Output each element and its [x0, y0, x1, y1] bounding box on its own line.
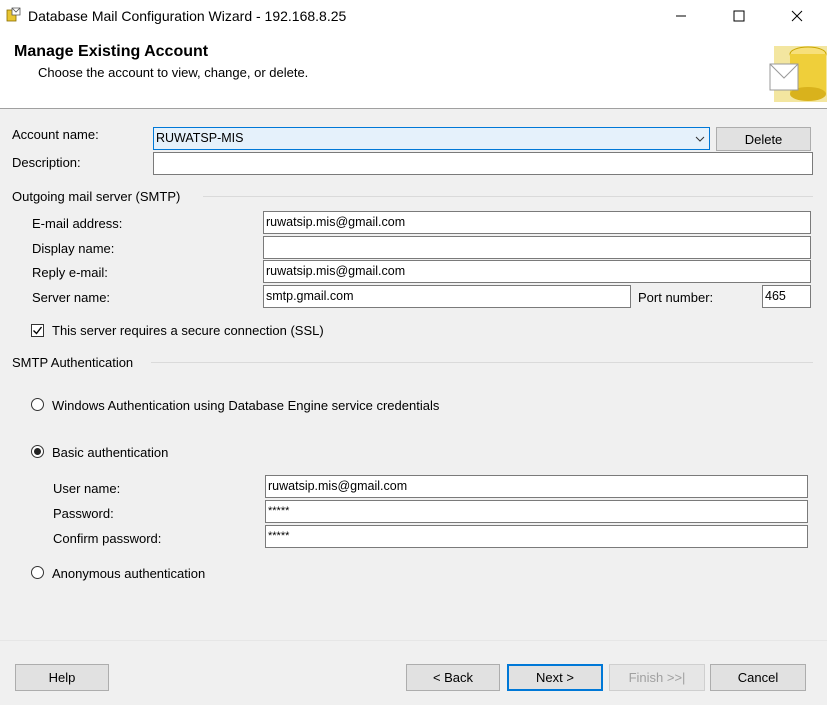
display-name-field[interactable]	[263, 236, 811, 259]
basic-auth-label: Basic authentication	[52, 445, 169, 460]
delete-button[interactable]: Delete	[716, 127, 811, 151]
chevron-down-icon	[695, 133, 705, 148]
display-name-label: Display name:	[32, 241, 115, 256]
description-field[interactable]	[153, 152, 813, 175]
maximize-icon	[733, 10, 745, 22]
description-label: Description:	[12, 155, 81, 170]
basic-auth-radio[interactable]	[31, 445, 44, 458]
server-name-field[interactable]: smtp.gmail.com	[263, 285, 631, 308]
auth-group-label: SMTP Authentication	[12, 355, 134, 370]
email-address-label: E-mail address:	[32, 216, 123, 231]
username-label: User name:	[53, 481, 121, 496]
minimize-button[interactable]	[658, 0, 704, 32]
back-button[interactable]: < Back	[406, 664, 500, 691]
smtp-group-label: Outgoing mail server (SMTP)	[12, 189, 181, 204]
anonymous-auth-radio[interactable]	[31, 566, 44, 579]
email-address-field[interactable]: ruwatsip.mis@gmail.com	[263, 211, 811, 234]
confirm-password-label: Confirm password:	[53, 531, 162, 546]
windows-auth-label: Windows Authentication using Database En…	[52, 398, 440, 413]
account-name-value: RUWATSP-MIS	[156, 131, 244, 145]
page-subtitle: Choose the account to view, change, or d…	[38, 65, 309, 80]
minimize-icon	[676, 15, 686, 17]
next-button[interactable]: Next >	[507, 664, 603, 691]
close-button[interactable]	[774, 0, 820, 32]
account-name-label: Account name:	[12, 127, 99, 142]
footer-divider	[0, 640, 827, 641]
cancel-button[interactable]: Cancel	[710, 664, 806, 691]
password-label: Password:	[53, 506, 114, 521]
port-number-field[interactable]: 465	[762, 285, 811, 308]
port-number-label: Port number:	[638, 290, 714, 305]
windows-auth-radio[interactable]	[31, 398, 44, 411]
reply-email-field[interactable]: ruwatsip.mis@gmail.com	[263, 260, 811, 283]
reply-email-label: Reply e-mail:	[32, 265, 108, 280]
window-title: Database Mail Configuration Wizard - 192…	[28, 8, 347, 24]
database-mail-icon	[6, 7, 22, 23]
help-button[interactable]: Help	[15, 664, 109, 691]
close-icon	[791, 10, 803, 22]
maximize-button[interactable]	[716, 0, 762, 32]
confirm-password-field[interactable]: *****	[265, 525, 808, 548]
page-title: Manage Existing Account	[14, 43, 209, 60]
server-name-label: Server name:	[32, 290, 111, 305]
ssl-label: This server requires a secure connection…	[52, 323, 324, 338]
checkmark-icon	[33, 326, 43, 335]
password-field[interactable]: *****	[265, 500, 808, 523]
title-bar: Database Mail Configuration Wizard - 192…	[0, 0, 827, 32]
smtp-group-divider	[203, 196, 813, 197]
ssl-checkbox[interactable]	[31, 324, 44, 337]
auth-group-divider	[151, 362, 813, 363]
wizard-header: Manage Existing Account Choose the accou…	[0, 32, 827, 109]
anonymous-auth-label: Anonymous authentication	[52, 566, 206, 581]
username-field[interactable]: ruwatsip.mis@gmail.com	[265, 475, 808, 498]
wizard-banner-icon	[768, 42, 827, 104]
account-name-combobox[interactable]: RUWATSP-MIS	[153, 127, 710, 150]
finish-button[interactable]: Finish >>|	[609, 664, 705, 691]
